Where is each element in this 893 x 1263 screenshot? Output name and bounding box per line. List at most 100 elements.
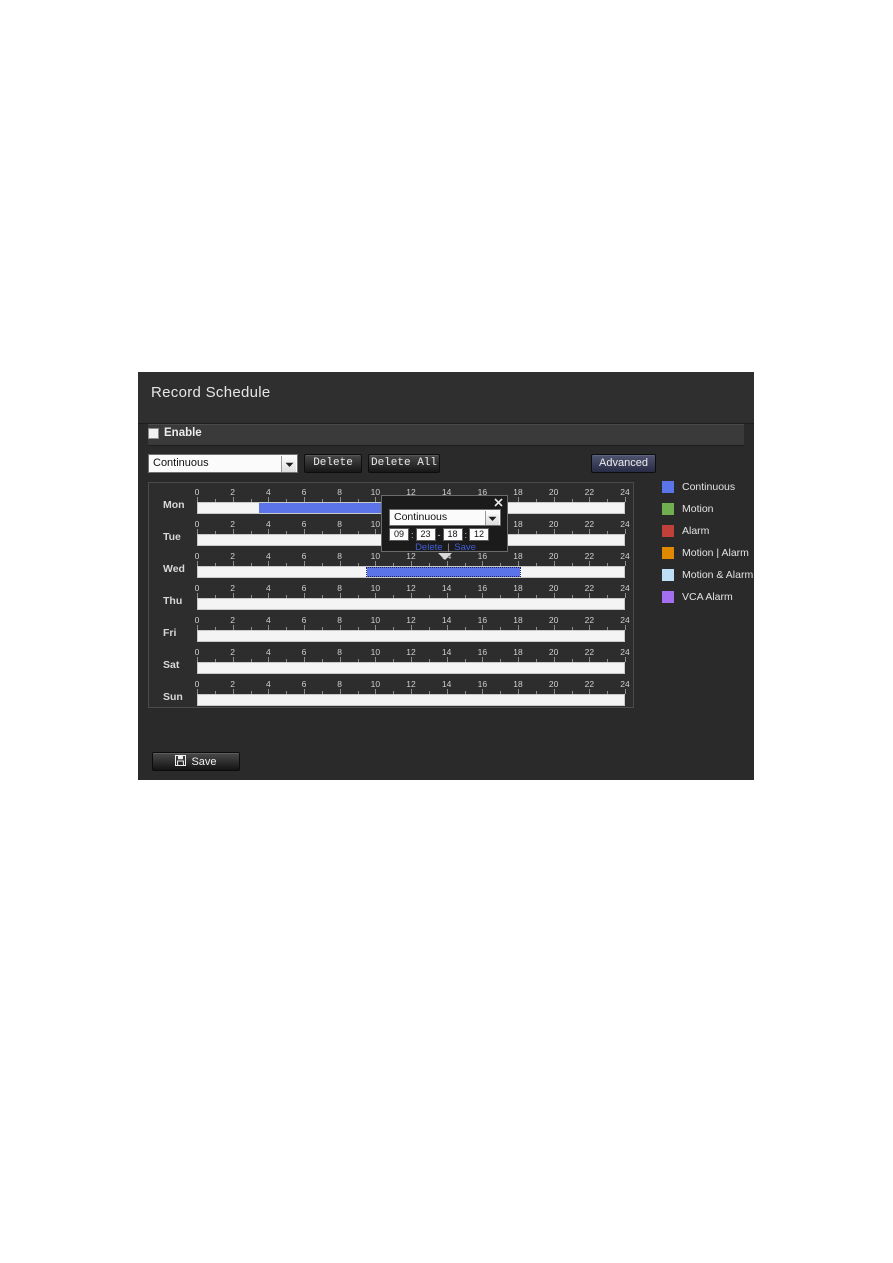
axis-tick-label: 8 [337,679,343,689]
timeline-track[interactable]: 024681012141618202224 [195,679,630,706]
delete-button[interactable]: Delete [304,454,362,473]
record-type-value: Continuous [153,457,209,469]
axis-tick-label: 0 [194,615,200,625]
axis-tick-label: 20 [548,679,559,689]
record-type-select[interactable]: Continuous [148,454,298,473]
axis-tick-label: 10 [370,519,381,529]
save-button[interactable]: Save [152,752,240,771]
axis-tick-label: 2 [230,679,236,689]
axis-tick-label: 0 [194,551,200,561]
legend-color-swatch [662,591,674,603]
axis-tick [625,689,626,694]
axis-tick [625,529,626,534]
axis-tick-label: 10 [370,583,381,593]
axis-tick-label: 24 [620,615,630,625]
axis-tick-label: 4 [265,551,271,561]
axis-tick-label: 16 [477,583,488,593]
chevron-down-icon[interactable] [485,511,499,525]
axis-tick-label: 16 [477,615,488,625]
timeline-row[interactable]: Thu 0 2 4 6 8 10 12 14 16 18 20 22 24 [149,580,635,613]
popup-record-type-value: Continuous [394,511,448,523]
legend-label: Motion | Alarm [682,547,749,559]
enable-bar [148,424,744,446]
legend-item: VCA Alarm [662,586,754,608]
axis-tick-label: 2 [230,583,236,593]
axis-tick-label: 14 [441,647,452,657]
timeline-bar[interactable] [197,662,625,674]
timeline-track[interactable]: 024681012141618202224 [194,551,630,578]
chevron-down-icon[interactable] [281,456,296,472]
timeline-row[interactable]: Sun 0 2 4 6 8 10 12 14 16 18 20 22 24 [149,676,635,709]
legend-label: Motion [682,503,714,515]
timeline-segment[interactable] [365,567,521,577]
axis-tick-label: 18 [513,679,523,689]
axis-tick-label: 4 [265,519,271,529]
legend-item: Motion | Alarm [662,542,754,564]
popup-delete-link[interactable]: Delete [415,542,442,553]
axis-tick-label: 8 [337,519,343,529]
start-minute-input[interactable]: 23 [415,528,436,541]
end-minute-input[interactable]: 12 [469,528,490,541]
advanced-button[interactable]: Advanced [591,454,656,473]
axis-tick-label: 14 [441,583,452,593]
timeline-axis: 024681012141618202224 [194,551,630,566]
axis-tick-label: 24 [620,679,630,689]
axis-tick-label: 18 [513,487,523,497]
axis-tick [625,561,626,566]
legend-label: Continuous [682,481,736,493]
axis-tick-label: 8 [337,647,343,657]
axis-tick-label: 20 [548,615,559,625]
legend-item: Alarm [662,520,754,542]
axis-tick-label: 16 [477,647,488,657]
axis-tick-label: 22 [584,679,595,689]
schedule-edit-popup[interactable]: Continuous 09 : 23 - 18 : 12 Delete | Sa… [381,495,508,560]
delete-all-button[interactable]: Delete All [368,454,440,473]
axis-tick-label: 24 [620,583,630,593]
timeline-bar[interactable] [197,694,625,706]
axis-tick-label: 12 [406,583,416,593]
axis-tick-label: 10 [370,487,381,497]
axis-tick-label: 24 [620,551,630,561]
legend-label: VCA Alarm [682,591,733,603]
axis-tick [625,657,626,662]
axis-tick-label: 20 [548,487,559,497]
enable-checkbox[interactable] [148,427,159,439]
end-hour-input[interactable]: 18 [442,528,463,541]
timeline-bar[interactable] [197,630,625,642]
timeline-track[interactable]: 024681012141618202224 [195,647,630,674]
timeline-bar[interactable] [197,566,625,578]
axis-tick-label: 0 [194,583,200,593]
axis-tick [625,625,626,630]
enable-row[interactable]: Enable [148,427,202,439]
timeline-day-label: Thu [163,595,183,607]
axis-tick-label: 10 [370,551,381,561]
timeline-track[interactable]: 024681012141618202224 [194,615,630,642]
close-icon[interactable] [493,497,504,508]
page-title: Record Schedule [151,384,271,401]
timeline-row[interactable]: Fri 0 2 4 6 8 10 12 14 16 18 20 22 24 [149,612,635,645]
timeline-bar[interactable] [197,598,625,610]
axis-tick-label: 12 [406,615,416,625]
axis-tick-label: 18 [513,615,523,625]
timeline-row[interactable]: Sat 0 2 4 6 8 10 12 14 16 18 20 22 24 [149,644,635,677]
axis-tick-label: 0 [194,487,200,497]
axis-tick-label: 12 [406,679,416,689]
timeline-axis: 024681012141618202224 [194,583,630,598]
popup-save-link[interactable]: Save [454,542,476,553]
popup-record-type-select[interactable]: Continuous [389,509,501,526]
axis-tick-label: 14 [441,615,452,625]
axis-tick-label: 2 [230,551,236,561]
axis-tick-label: 10 [370,679,381,689]
timeline-track[interactable]: 024681012141618202224 [194,583,630,610]
record-schedule-panel: Record Schedule Enable Continuous Delete… [138,372,754,780]
legend-item: Continuous [662,476,754,498]
save-button-label: Save [191,755,217,768]
legend-color-swatch [662,481,674,493]
axis-tick-label: 20 [548,647,559,657]
legend-color-swatch [662,525,674,537]
axis-tick-label: 12 [406,647,416,657]
axis-tick-label: 22 [584,615,595,625]
axis-tick-label: 22 [584,647,595,657]
start-hour-input[interactable]: 09 [389,528,409,541]
axis-tick-label: 6 [301,679,307,689]
